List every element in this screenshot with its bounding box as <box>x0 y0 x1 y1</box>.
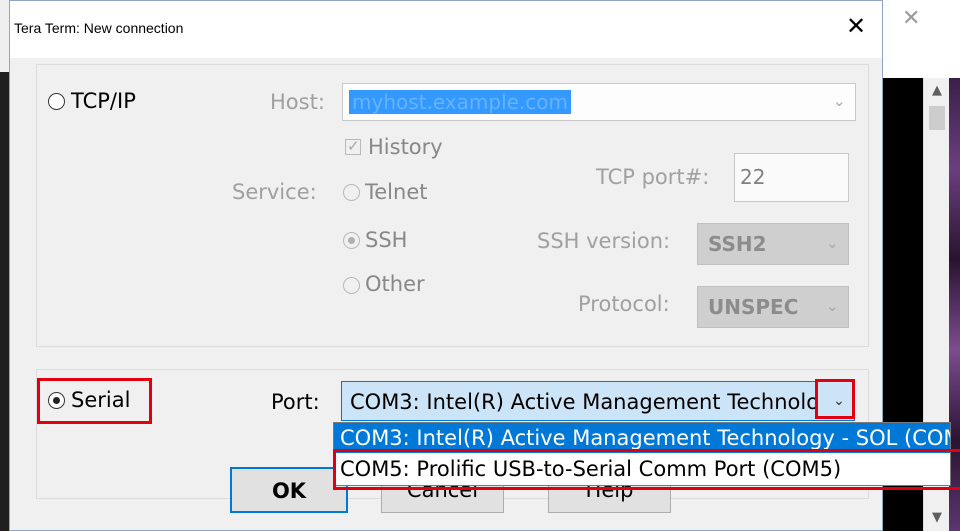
ok-button[interactable]: OK <box>230 467 348 513</box>
host-value: myhost.example.com <box>349 90 572 114</box>
protocol-value: UNSPEC <box>708 295 799 319</box>
ssh-version-chevron-icon[interactable]: ⌄ <box>826 234 839 252</box>
port-select[interactable]: COM3: Intel(R) Active Management Technol… <box>341 381 855 421</box>
scroll-up-arrow-icon[interactable]: ▲ <box>924 78 950 104</box>
ssh-version-label: SSH version: <box>537 229 671 253</box>
host-label: Host: <box>270 90 325 114</box>
telnet-radio[interactable] <box>343 184 360 201</box>
checkmark-icon: ✓ <box>347 137 360 155</box>
other-radio[interactable] <box>343 277 360 294</box>
tcp-port-label: TCP port#: <box>596 165 710 189</box>
host-dropdown-chevron-icon[interactable]: ⌄ <box>833 92 846 110</box>
other-label: Other <box>365 272 425 296</box>
terminal-window-titlebar <box>882 0 960 78</box>
history-checkbox[interactable]: ✓ <box>345 137 361 155</box>
dialog-title: Tera Term: New connection <box>14 20 184 36</box>
host-input[interactable]: myhost.example.com ⌄ <box>342 83 856 121</box>
protocol-chevron-icon[interactable]: ⌄ <box>826 297 839 315</box>
ssh-radio[interactable] <box>343 232 360 249</box>
background-window-edge <box>0 0 9 72</box>
serial-highlight-box <box>37 378 152 424</box>
tcpip-label: TCP/IP <box>71 89 136 113</box>
protocol-select[interactable]: UNSPEC ⌄ <box>697 286 849 328</box>
port-dropdown-highlight-box <box>815 379 855 419</box>
telnet-label: Telnet <box>365 180 428 204</box>
com5-highlight-box <box>333 449 960 490</box>
tcp-port-value: 22 <box>740 165 766 189</box>
tcp-port-input[interactable]: 22 <box>734 153 849 202</box>
service-label: Service: <box>232 180 317 204</box>
dialog-titlebar: Tera Term: New connection ✕ <box>10 1 882 58</box>
ssh-version-select[interactable]: SSH2 ⌄ <box>697 223 849 265</box>
history-label: History <box>368 135 443 159</box>
port-value: COM3: Intel(R) Active Management Technol… <box>350 390 816 414</box>
scroll-thumb[interactable] <box>929 106 945 130</box>
protocol-label: Protocol: <box>578 292 670 316</box>
terminal-close-icon[interactable]: ✕ <box>902 6 920 31</box>
background-window-body <box>0 72 9 531</box>
ssh-version-value: SSH2 <box>708 232 767 256</box>
close-icon[interactable]: ✕ <box>846 12 866 40</box>
ssh-label: SSH <box>365 228 408 252</box>
scroll-down-arrow-icon[interactable]: ▼ <box>924 505 950 531</box>
port-label: Port: <box>271 390 320 414</box>
tcpip-radio[interactable] <box>48 93 65 110</box>
